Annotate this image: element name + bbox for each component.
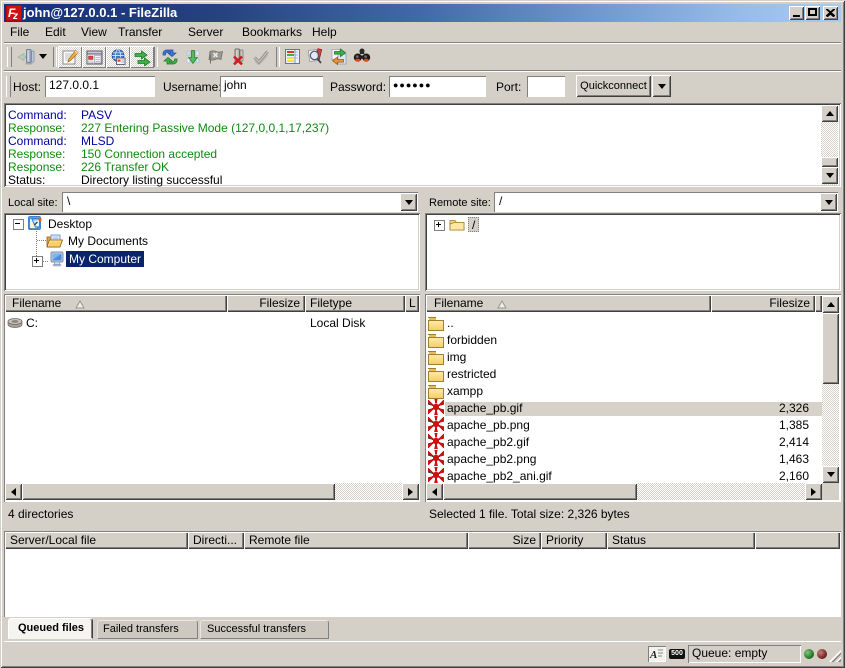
svg-text:A: A [649, 649, 657, 661]
svg-text:z: z [12, 11, 18, 21]
